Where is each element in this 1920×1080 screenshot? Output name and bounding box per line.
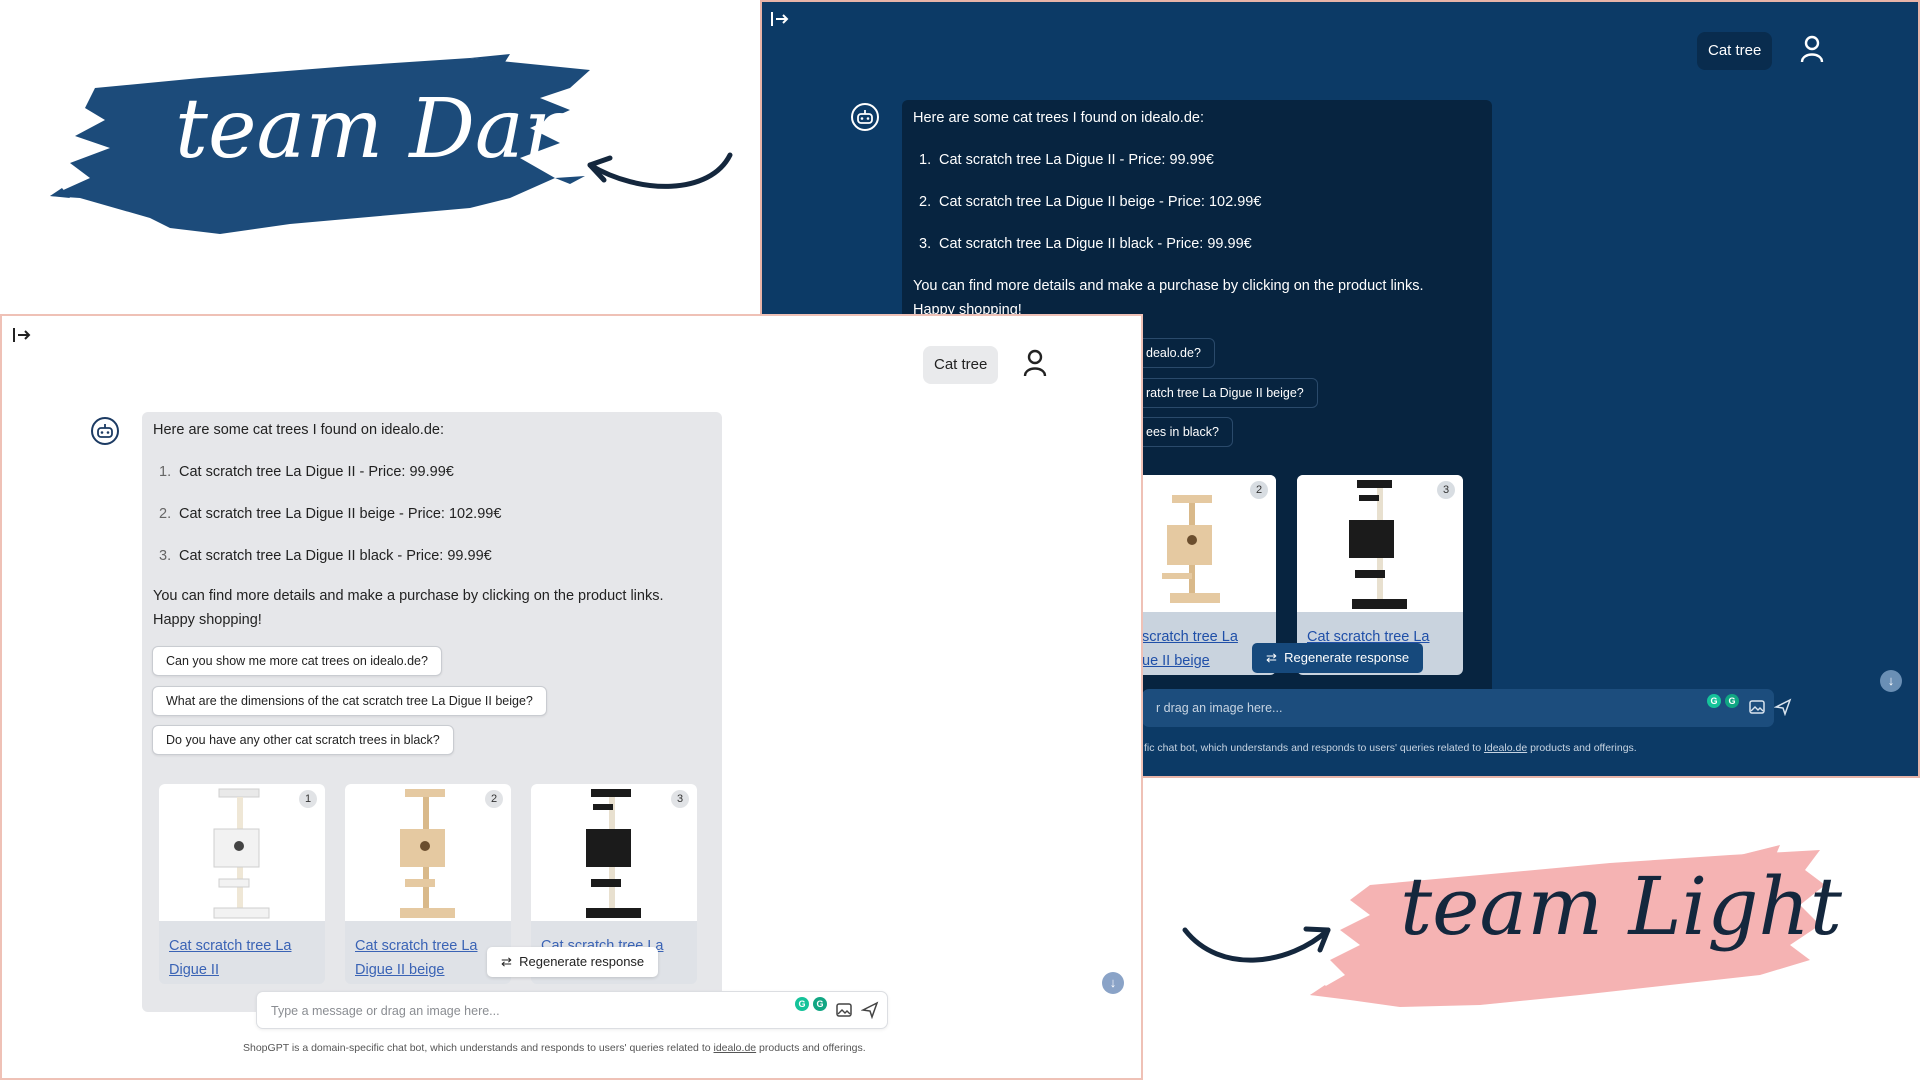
bot-icon [91, 417, 119, 445]
suggestion-black-trees[interactable]: ees in black? [1132, 417, 1233, 447]
image-icon[interactable] [835, 1001, 853, 1019]
idealo-link[interactable]: idealo.de [714, 1042, 757, 1054]
message-outro-second-line: Happy shopping! [153, 612, 262, 628]
message-composer: G G [1142, 689, 1792, 727]
product-rank-badge: 3 [1437, 481, 1455, 499]
conversation-title-chip[interactable]: Cat tree [923, 346, 999, 384]
product-list-item: 2. Cat scratch tree La Digue II beige - P… [919, 194, 1262, 210]
message-outro: You can find more details and make a pur… [913, 278, 1424, 294]
user-icon[interactable] [1797, 34, 1827, 64]
product-list-item: 1. Cat scratch tree La Digue II - Price: … [919, 152, 1214, 168]
grammarly-icon[interactable]: G [1725, 694, 1739, 708]
team-light-label: team Light [1400, 860, 1843, 953]
product-list-item: 3. Cat scratch tree La Digue II black - P… [919, 236, 1252, 252]
product-list-item: 3. Cat scratch tree La Digue II black - P… [159, 548, 492, 564]
refresh-icon: ⇄ [1266, 650, 1285, 665]
message-outro: You can find more details and make a pur… [153, 588, 664, 604]
product-rank-badge: 2 [485, 790, 503, 808]
conversation-title-chip[interactable]: Cat tree [1697, 32, 1773, 70]
suggestion-more-cat-trees[interactable]: dealo.de? [1132, 338, 1215, 368]
product-list-item: 1. Cat scratch tree La Digue II - Price: … [159, 464, 454, 480]
bot-icon [851, 103, 879, 131]
team-dark-label: team Dark [175, 82, 613, 177]
light-pointer-arrow [1182, 926, 1331, 963]
message-composer: G G [256, 991, 888, 1029]
suggestion-black-trees[interactable]: Do you have any other cat scratch trees … [152, 725, 454, 755]
comparison-collage: team Dark team Light Cat tree Here are s… [0, 0, 1920, 1080]
idealo-link[interactable]: Idealo.de [1484, 742, 1527, 754]
regenerate-response-button[interactable]: ⇄ Regenerate response [487, 947, 659, 977]
product-rank-badge: 3 [671, 790, 689, 808]
product-rank-badge: 1 [299, 790, 317, 808]
grammarly-icon[interactable]: G [795, 997, 809, 1011]
product-card[interactable]: 1 Cat scratch tree La Digue II [159, 784, 325, 984]
product-rank-badge: 2 [1250, 481, 1268, 499]
regenerate-response-button[interactable]: ⇄ Regenerate response [1252, 643, 1424, 673]
dark-pointer-arrow [587, 152, 733, 189]
refresh-icon: ⇄ [501, 954, 520, 969]
suggestion-dimensions[interactable]: ratch tree La Digue II beige? [1132, 378, 1318, 408]
send-icon[interactable] [1774, 698, 1792, 716]
arrow-down-icon[interactable]: ↓ [1102, 972, 1124, 994]
message-input[interactable] [271, 1000, 751, 1022]
sidebar-toggle-icon[interactable] [770, 10, 790, 28]
sidebar-toggle-icon[interactable] [12, 326, 32, 344]
message-intro: Here are some cat trees I found on ideal… [153, 422, 444, 438]
image-icon[interactable] [1748, 698, 1766, 716]
light-theme-window: Cat tree Here are some cat trees I found… [0, 314, 1143, 1080]
product-list-item: 2. Cat scratch tree La Digue II beige - P… [159, 506, 502, 522]
send-icon[interactable] [861, 1001, 879, 1019]
message-input[interactable] [1156, 697, 1606, 719]
product-link[interactable]: Cat scratch tree La Digue II [169, 934, 319, 982]
product-link[interactable]: Cat scratch tree La Digue II beige [355, 934, 505, 982]
assistant-message: Here are some cat trees I found on ideal… [142, 412, 722, 1012]
message-intro: Here are some cat trees I found on ideal… [913, 110, 1204, 126]
disclaimer-footer: ShopGPT is a domain-specific chat bot, w… [243, 1042, 866, 1054]
arrow-down-icon[interactable]: ↓ [1880, 670, 1902, 692]
user-icon[interactable] [1020, 348, 1050, 378]
disclaimer-footer: fic chat bot, which understands and resp… [1144, 742, 1637, 754]
suggestion-more-cat-trees[interactable]: Can you show me more cat trees on idealo… [152, 646, 442, 676]
grammarly-icon[interactable]: G [1707, 694, 1721, 708]
grammarly-icon[interactable]: G [813, 997, 827, 1011]
suggestion-dimensions[interactable]: What are the dimensions of the cat scrat… [152, 686, 547, 716]
